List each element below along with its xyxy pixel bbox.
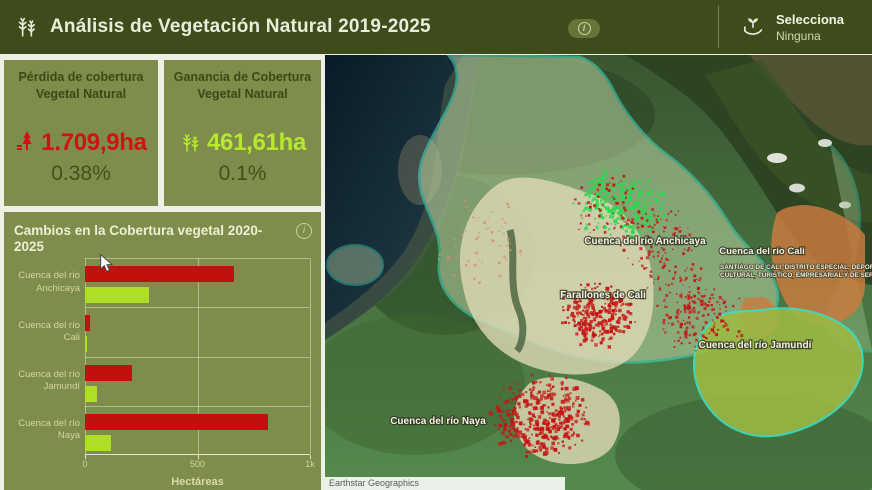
x-tick-label: 1k xyxy=(305,459,315,469)
chart-row xyxy=(85,307,310,356)
map-label-santiago-1: SANTIAGO DE CALI, DISTRITO ESPECIAL, DEP… xyxy=(720,264,872,271)
map-label-naya: Cuenca del río Naya xyxy=(390,416,486,427)
bar-gain[interactable] xyxy=(85,287,149,303)
wheat-gain-icon xyxy=(179,129,203,158)
kpi-gain-title: Ganancia de Cobertura Vegetal Natural xyxy=(164,69,321,103)
map-label-anchicaya: Cuenca del río Anchicaya xyxy=(584,236,706,247)
map-label-santiago-2: CULTURAL, TURISTICO, EMPRESARIAL Y DE SE… xyxy=(720,272,872,279)
bar-gain[interactable] xyxy=(85,336,87,352)
x-tick-label: 0 xyxy=(82,459,87,469)
bar-gain[interactable] xyxy=(85,435,111,451)
bar-loss[interactable] xyxy=(85,266,234,282)
bar-loss[interactable] xyxy=(85,365,132,381)
chart-category-label: Cuenca del río Cali xyxy=(4,307,80,356)
header-divider xyxy=(718,6,719,48)
dashboard: Análisis de Vegetación Natural 2019-2025… xyxy=(0,0,872,490)
kpi-loss-value: 1.709,9ha xyxy=(41,129,146,157)
x-axis-ticks: 05001k xyxy=(85,459,310,471)
kpi-loss-title: Pérdida de cobertura Vegetal Natural xyxy=(4,69,158,103)
header-bar: Análisis de Vegetación Natural 2019-2025… xyxy=(0,0,872,54)
x-tick-label: 500 xyxy=(190,459,205,469)
chart-row xyxy=(85,258,310,307)
map-view[interactable]: Cuenca del río Anchicaya Cuenca del río … xyxy=(325,55,872,490)
map-label-cali: Cuenca del río Cali xyxy=(719,246,805,257)
chart-row xyxy=(85,406,310,455)
bar-loss[interactable] xyxy=(85,414,268,430)
chart-plot-area xyxy=(85,258,310,455)
map-label-farallones: Farallones de Cali xyxy=(560,290,646,301)
chart-row xyxy=(85,357,310,406)
page-title: Análisis de Vegetación Natural 2019-2025 xyxy=(50,16,431,38)
chart-info-button[interactable]: i xyxy=(296,223,312,239)
bar-loss[interactable] xyxy=(85,315,90,331)
header-info-button[interactable]: i xyxy=(568,19,600,38)
layer-selector-control[interactable]: Selecciona Ninguna xyxy=(740,8,872,48)
chart-panel: Cambios en la Cobertura vegetal 2020-202… xyxy=(4,212,321,490)
hand-plant-icon xyxy=(740,13,766,44)
wheat-logo-icon xyxy=(14,12,40,43)
chart-category-labels: Cuenca del río AnchicayaCuenca del río C… xyxy=(4,258,80,455)
kpi-card-gain: Ganancia de Cobertura Vegetal Natural 46… xyxy=(164,60,321,206)
x-axis-title: Hectáreas xyxy=(85,476,310,488)
bar-gain[interactable] xyxy=(85,386,97,402)
chart-category-label: Cuenca del río Naya xyxy=(4,406,80,455)
deforestation-icon xyxy=(15,129,37,158)
kpi-loss-percent: 0.38% xyxy=(4,162,158,186)
kpi-gain-value: 461,61ha xyxy=(207,129,306,157)
map-label-jamundi: Cuenca del río Jamundí xyxy=(699,340,813,351)
chart-title: Cambios en la Cobertura vegetal 2020-202… xyxy=(14,223,287,255)
kpi-gain-percent: 0.1% xyxy=(164,162,321,186)
chart-category-label: Cuenca del río Jamundí xyxy=(4,357,80,406)
map-attribution: Earthstar Geographics xyxy=(325,477,565,490)
chart-category-label: Cuenca del río Anchicaya xyxy=(4,258,80,307)
selector-value: Ninguna xyxy=(776,29,844,44)
kpi-card-loss: Pérdida de cobertura Vegetal Natural 1.7… xyxy=(4,60,158,206)
selector-label: Selecciona xyxy=(776,12,844,28)
info-icon: i xyxy=(578,22,591,35)
